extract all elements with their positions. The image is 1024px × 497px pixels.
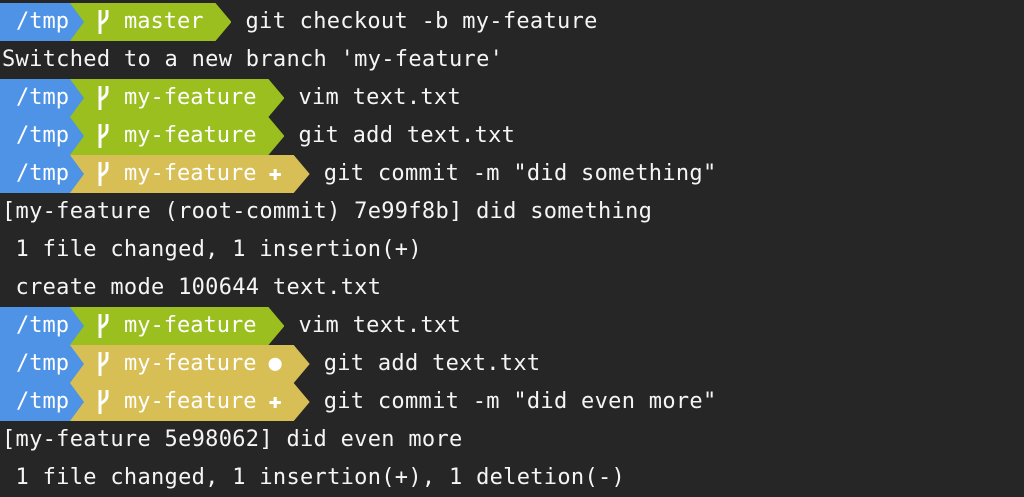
- prompt-line: /tmp my-feature ✚ git commit -m "did even m…: [0, 383, 717, 421]
- output-line: create mode 100644 text.txt: [2, 275, 382, 300]
- branch-name: my-feature: [124, 389, 257, 414]
- prompt-branch-segment: my-feature: [70, 117, 284, 155]
- command-text: git add text.txt: [323, 351, 541, 376]
- command-text: vim text.txt: [298, 85, 461, 110]
- output-line: 1 file changed, 1 insertion(+), 1 deleti…: [2, 465, 626, 490]
- branch-name: my-feature: [124, 123, 257, 148]
- git-branch-icon: [96, 85, 110, 111]
- git-branch-icon: [96, 313, 110, 339]
- prompt-branch-segment: my-feature ●: [70, 345, 310, 383]
- prompt-directory: /tmp: [0, 117, 84, 155]
- prompt-branch-segment: my-feature ✚: [70, 383, 310, 421]
- prompt-directory: /tmp: [0, 307, 84, 345]
- branch-name: my-feature: [124, 85, 257, 110]
- prompt-directory: /tmp: [0, 383, 84, 421]
- command-text: vim text.txt: [298, 313, 461, 338]
- command-text: git add text.txt: [298, 123, 516, 148]
- git-branch-icon: [96, 161, 110, 187]
- output-line: [my-feature 5e98062] did even more: [2, 427, 463, 452]
- plus-icon: ✚: [268, 389, 282, 414]
- terminal-window[interactable]: /tmp master git checkout -b my-feature Swit…: [0, 0, 1024, 492]
- output-line: [my-feature (root-commit) 7e99f8b] did s…: [2, 199, 653, 224]
- prompt-branch-segment: my-feature: [70, 307, 284, 345]
- output-line: 1 file changed, 1 insertion(+): [2, 237, 422, 262]
- git-branch-icon: [96, 9, 110, 35]
- git-branch-icon: [96, 351, 110, 377]
- output-line: Switched to a new branch 'my-feature': [2, 47, 504, 72]
- prompt-directory: /tmp: [0, 79, 84, 117]
- command-text: git commit -m "did even more": [323, 389, 717, 414]
- branch-name: my-feature: [124, 351, 257, 376]
- branch-name: master: [124, 9, 204, 34]
- git-branch-icon: [96, 123, 110, 149]
- prompt-branch-segment: master: [70, 3, 231, 41]
- branch-name: my-feature: [124, 313, 257, 338]
- prompt-line: /tmp my-feature vim text.txt: [0, 307, 461, 345]
- prompt-directory: /tmp: [0, 3, 84, 41]
- command-text: git checkout -b my-feature: [245, 9, 598, 34]
- dot-icon: ●: [268, 351, 282, 376]
- command-text: git commit -m "did something": [323, 161, 717, 186]
- branch-name: my-feature: [124, 161, 257, 186]
- prompt-branch-segment: my-feature ✚: [70, 155, 310, 193]
- plus-icon: ✚: [268, 161, 282, 186]
- prompt-directory: /tmp: [0, 155, 84, 193]
- prompt-line: /tmp my-feature vim text.txt: [0, 79, 461, 117]
- prompt-directory: /tmp: [0, 345, 84, 383]
- git-branch-icon: [96, 389, 110, 415]
- prompt-line: /tmp my-feature ● git add text.txt: [0, 345, 540, 383]
- prompt-line: /tmp my-feature git add text.txt: [0, 117, 515, 155]
- prompt-line: /tmp master git checkout -b my-feature: [0, 3, 598, 41]
- prompt-branch-segment: my-feature: [70, 79, 284, 117]
- prompt-line: /tmp my-feature ✚ git commit -m "did someth…: [0, 155, 717, 193]
